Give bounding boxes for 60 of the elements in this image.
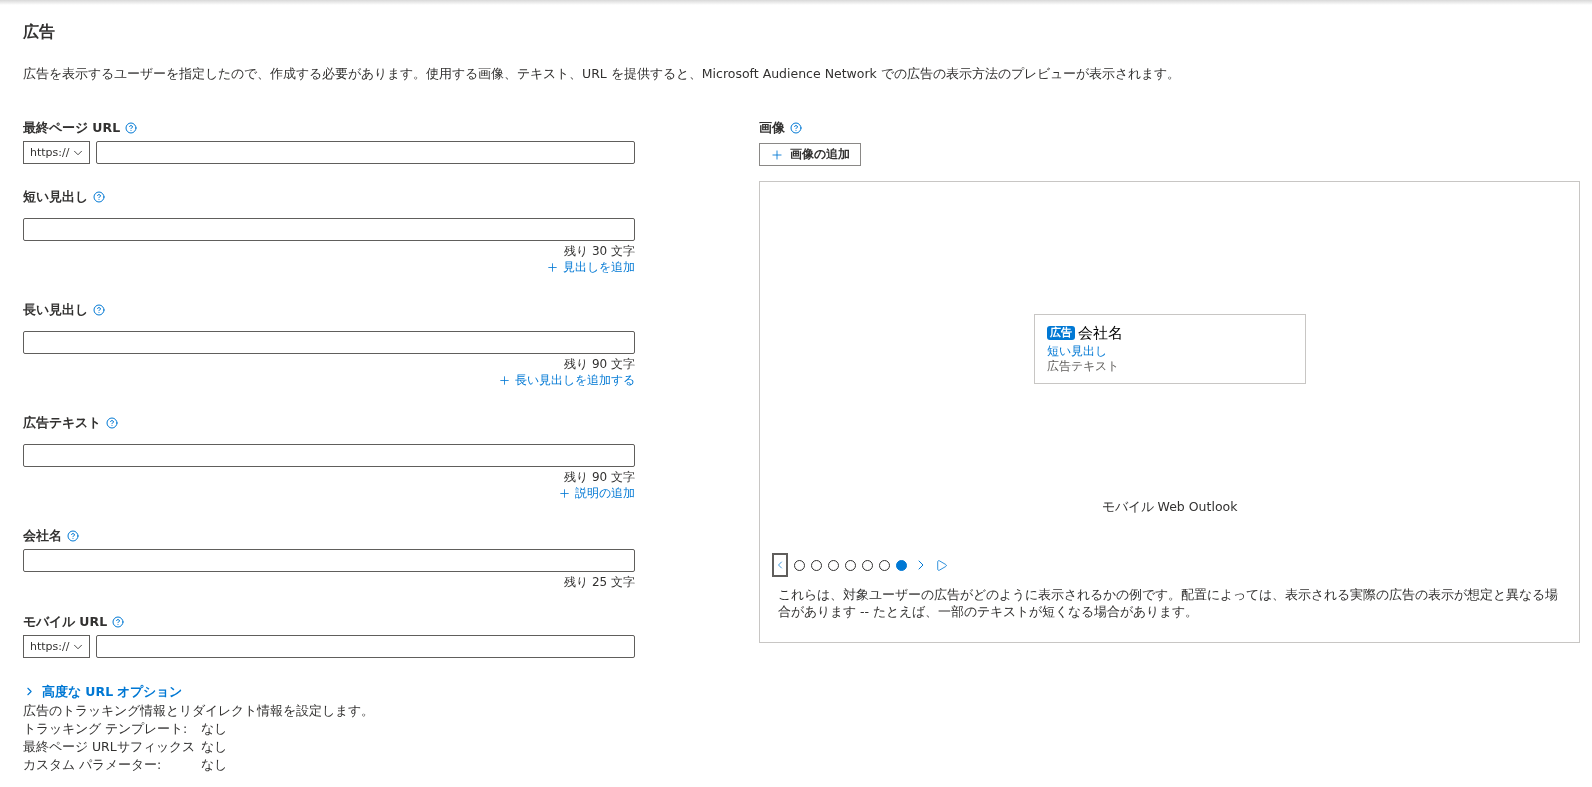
add-link[interactable]: 見出しを追加 (546, 260, 635, 275)
remaining-characters: 残り 30 文字 (563, 244, 635, 258)
remaining-characters: 残り 25 文字 (563, 575, 635, 589)
option-value: なし (200, 756, 227, 774)
field-label: 会社名 (23, 528, 62, 544)
play-icon (935, 558, 948, 572)
help-icon[interactable] (790, 122, 802, 134)
plus-icon (770, 147, 784, 162)
field-label: 最終ページ URL (23, 120, 121, 136)
option-name: トラッキング テンプレート: (23, 720, 189, 738)
placement-name: モバイル Web Outlook (1101, 498, 1238, 515)
url-input[interactable] (96, 635, 635, 658)
help-icon[interactable] (106, 417, 118, 429)
protocol-dropdown[interactable]: https:// (23, 635, 90, 658)
ad-headline: 短い見出し (1046, 344, 1108, 359)
ad-badge: 広告 (1046, 326, 1075, 340)
text-input[interactable] (23, 549, 635, 572)
url-input[interactable] (96, 141, 635, 164)
help-icon[interactable] (112, 616, 125, 628)
page-title: 広告 (23, 21, 56, 43)
help-icon[interactable] (93, 304, 105, 316)
page-dot[interactable] (811, 559, 822, 571)
page-description: 広告を表示するユーザーを指定したので、作成する必要があります。使用する画像、テキスト、URL を提供すると、Microsoft Audience Network での広告の表示方法のプレビューが表示されます。 (23, 65, 1181, 82)
help-icon[interactable] (93, 191, 105, 203)
page-dot[interactable] (896, 559, 907, 571)
plus-icon (498, 374, 511, 387)
images-label: 画像 (759, 120, 785, 136)
field-label: 広告テキスト (23, 415, 101, 431)
option-name: カスタム パラメーター: (23, 756, 163, 774)
plus-icon (558, 487, 571, 500)
previous-button[interactable] (772, 553, 788, 577)
page-dot[interactable] (845, 559, 856, 571)
help-icon[interactable] (67, 530, 79, 542)
text-input[interactable] (23, 331, 635, 354)
add-image-button[interactable]: 画像の追加 (759, 143, 861, 166)
play-button[interactable] (935, 558, 948, 572)
page-dot[interactable] (862, 559, 873, 571)
text-input[interactable] (23, 218, 635, 241)
field-label: 短い見出し (23, 189, 88, 205)
add-link[interactable]: 長い見出しを追加する (498, 373, 635, 388)
advanced-description: 広告のトラッキング情報とリダイレクト情報を設定します。 (23, 703, 375, 719)
field-label: 長い見出し (23, 302, 88, 318)
option-value: なし (200, 720, 227, 738)
page-dot[interactable] (879, 559, 890, 571)
option-name: 最終ページ URLサフィックス (23, 738, 195, 756)
company-name: 会社名 (1077, 323, 1123, 343)
advanced-options-toggle[interactable]: 高度な URL オプション (23, 683, 183, 700)
add-link[interactable]: 説明の追加 (558, 486, 635, 501)
protocol-dropdown[interactable]: https:// (23, 141, 90, 164)
remaining-characters: 残り 90 文字 (563, 357, 635, 371)
text-input[interactable] (23, 444, 635, 467)
help-icon[interactable] (125, 122, 138, 134)
page-dot[interactable] (828, 559, 839, 571)
page-dot[interactable] (794, 559, 805, 571)
plus-icon (546, 261, 559, 274)
remaining-characters: 残り 90 文字 (563, 470, 635, 484)
option-value: なし (200, 738, 227, 756)
preview-caption: これらは、対象ユーザーの広告がどのように表示されるかの例です。配置によっては、表示される実際の広告の表示が想定と異なる場合があります -- たとえば、一部のテキストが短くなる場合があります。 (778, 586, 1559, 620)
ad-text: 広告テキスト (1046, 359, 1120, 374)
field-label: モバイル URL (23, 614, 108, 630)
